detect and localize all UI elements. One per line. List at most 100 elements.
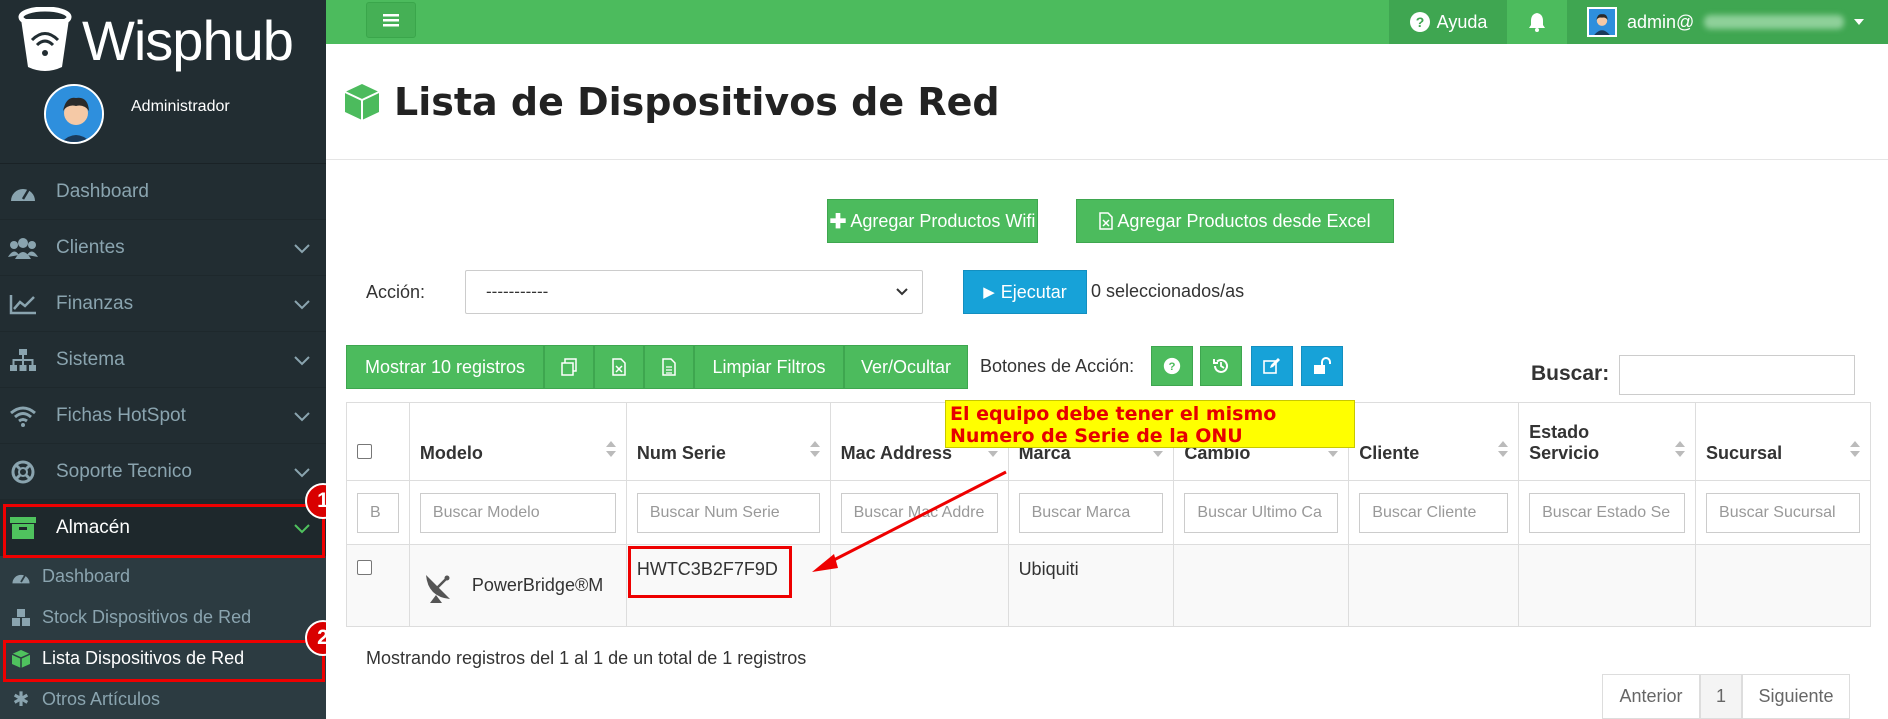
topbar: ? Ayuda admin@ xyxy=(326,0,1888,44)
search-input[interactable] xyxy=(1619,355,1855,395)
submenu-item-otros-articulos[interactable]: ✱ Otros Artículos xyxy=(0,679,326,719)
user-role: Administrador xyxy=(131,98,230,115)
history-button[interactable] xyxy=(1200,346,1242,386)
redacted-email xyxy=(1704,15,1845,29)
show-records-button[interactable]: Mostrar 10 registros xyxy=(346,345,544,389)
brand[interactable]: Wisphub xyxy=(0,0,326,80)
sidebar-item-sistema[interactable]: Sistema xyxy=(0,332,326,388)
almacen-submenu: Dashboard Stock Dispositivos de Red List… xyxy=(0,556,326,719)
filter-input-change[interactable]: Buscar Ultimo Ca xyxy=(1184,492,1339,533)
header-label: Mac Address xyxy=(840,443,952,463)
filter-input-client[interactable]: Buscar Cliente xyxy=(1359,492,1509,533)
help-action-button[interactable]: ? xyxy=(1151,346,1193,386)
export-excel-button[interactable] xyxy=(594,345,644,389)
dashboard-icon xyxy=(10,569,32,585)
help-button[interactable]: ? Ayuda xyxy=(1389,0,1507,44)
chevron-down-icon xyxy=(294,238,310,260)
header-label: Modelo xyxy=(419,443,483,463)
chevron-down-icon xyxy=(294,350,310,372)
pagination-page-1[interactable]: 1 xyxy=(1700,674,1742,719)
callout-line-2: Numero de Serie de la ONU xyxy=(950,425,1243,447)
line-chart-icon xyxy=(8,293,38,315)
file-text-icon xyxy=(662,358,676,376)
main-content: Lista de Dispositivos de Red ✚ Agregar P… xyxy=(326,44,1888,719)
add-wifi-label: Agregar Productos Wifi xyxy=(850,210,1036,231)
row-checkbox[interactable] xyxy=(357,560,372,575)
column-header-model[interactable]: Modelo xyxy=(408,402,627,481)
filter-input-serial[interactable]: Buscar Num Serie xyxy=(636,492,820,533)
export-pdf-button[interactable] xyxy=(644,345,694,389)
header-label: Sucursal xyxy=(1706,443,1783,463)
chevron-down-icon xyxy=(294,406,310,428)
cubes-icon xyxy=(10,608,32,627)
select-all-checkbox[interactable] xyxy=(357,444,372,459)
avatar[interactable] xyxy=(44,84,104,144)
toggle-columns-button[interactable]: Ver/Ocultar xyxy=(844,345,968,389)
select-all-header xyxy=(346,402,410,481)
filter-input-branch[interactable]: Buscar Sucursal xyxy=(1706,492,1860,533)
pagination-prev-button[interactable]: Anterior xyxy=(1602,674,1700,719)
chevron-down-icon xyxy=(294,294,310,316)
page-title: Lista de Dispositivos de Red xyxy=(394,79,1000,124)
notifications-button[interactable] xyxy=(1507,0,1567,44)
header-label: Estado xyxy=(1529,422,1590,442)
table-row[interactable]: PowerBridge®M HWTC3B2F7F9D Ubiquiti xyxy=(346,544,1871,627)
svg-text:?: ? xyxy=(1169,361,1176,373)
submenu-item-stock[interactable]: Stock Dispositivos de Red xyxy=(0,597,326,638)
hamburger-icon xyxy=(383,14,399,27)
clear-filters-button[interactable]: Limpiar Filtros xyxy=(694,345,844,389)
filter-input-brand[interactable]: Buscar Marca xyxy=(1018,492,1164,533)
sitemap-icon xyxy=(8,348,38,371)
sidebar-item-label: Finanzas xyxy=(56,292,134,314)
action-select[interactable]: ----------- xyxy=(465,270,923,314)
column-header-branch[interactable]: Sucursal xyxy=(1695,402,1871,481)
column-header-status[interactable]: Estado Servicio xyxy=(1518,402,1697,481)
header-label: Num Serie xyxy=(636,443,726,463)
submenu-item-dashboard[interactable]: Dashboard xyxy=(0,556,326,597)
brand-name: Wisphub xyxy=(82,8,294,72)
chevron-down-icon xyxy=(896,288,908,296)
execute-label: Ejecutar xyxy=(1000,281,1067,302)
sidebar-item-fichas-hotspot[interactable]: Fichas HotSpot xyxy=(0,388,326,444)
menu-toggle-button[interactable] xyxy=(366,2,416,38)
sidebar-item-label: Soporte Tecnico xyxy=(56,460,192,482)
add-excel-label: Agregar Productos desde Excel xyxy=(1117,210,1371,231)
execute-button[interactable]: ▶ Ejecutar xyxy=(963,270,1087,314)
life-ring-icon xyxy=(8,460,38,484)
file-excel-icon xyxy=(612,358,626,376)
user-menu-button[interactable]: admin@ xyxy=(1567,0,1888,44)
submenu-item-label: Dashboard xyxy=(42,566,131,586)
filter-input-first[interactable]: B xyxy=(357,492,399,533)
unlock-button[interactable] xyxy=(1301,346,1343,386)
header-label: Servicio xyxy=(1529,443,1600,463)
sidebar-item-finanzas[interactable]: Finanzas xyxy=(0,276,326,332)
pagination-next-button[interactable]: Siguiente xyxy=(1742,674,1850,719)
filter-input-status[interactable]: Buscar Estado Se xyxy=(1529,492,1686,533)
sort-icon xyxy=(809,441,820,462)
add-products-excel-button[interactable]: Agregar Productos desde Excel xyxy=(1076,199,1394,243)
highlight-almacen xyxy=(3,504,325,558)
copy-button[interactable] xyxy=(544,345,594,389)
sidebar-item-clientes[interactable]: Clientes xyxy=(0,220,326,276)
column-header-serial[interactable]: Num Serie xyxy=(625,402,831,481)
filter-input-model[interactable]: Buscar Modelo xyxy=(419,492,616,533)
add-wifi-products-button[interactable]: ✚ Agregar Productos Wifi xyxy=(827,199,1038,243)
cube-icon xyxy=(344,83,380,120)
submenu-item-label: Otros Artículos xyxy=(42,689,161,709)
edit-button[interactable] xyxy=(1251,346,1293,386)
question-circle-icon: ? xyxy=(1163,357,1181,375)
pagination: Anterior 1 Siguiente xyxy=(1602,674,1850,719)
file-excel-icon xyxy=(1099,212,1114,230)
bell-icon xyxy=(1529,13,1545,32)
cell-model: PowerBridge®M xyxy=(471,574,604,595)
play-icon: ▶ xyxy=(983,284,995,301)
sidebar-item-soporte-tecnico[interactable]: Soporte Tecnico xyxy=(0,444,326,500)
history-icon xyxy=(1213,358,1228,373)
highlight-serial xyxy=(628,546,792,598)
action-label: Acción: xyxy=(366,282,426,302)
sidebar-item-dashboard[interactable]: Dashboard xyxy=(0,164,326,220)
satellite-dish-icon xyxy=(425,575,450,603)
user-email: admin@ xyxy=(1627,11,1695,32)
user-panel: Administrador xyxy=(0,80,326,164)
column-header-client[interactable]: Cliente xyxy=(1348,402,1520,481)
